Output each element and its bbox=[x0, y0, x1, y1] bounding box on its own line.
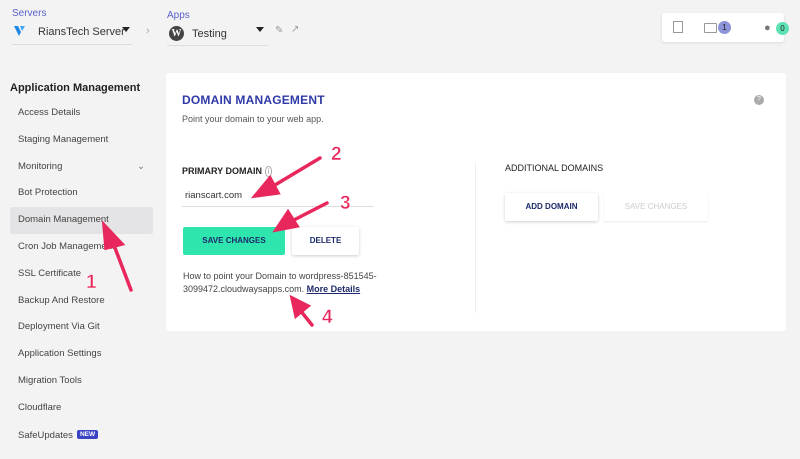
arrowhead-1 bbox=[101, 220, 126, 251]
annotation-arrows bbox=[101, 156, 329, 327]
arrowhead-4 bbox=[289, 294, 312, 320]
annotation-3: 3 bbox=[340, 193, 351, 215]
annotation-1: 1 bbox=[86, 272, 97, 294]
arrow-2 bbox=[268, 156, 322, 190]
arrow-3 bbox=[288, 201, 329, 224]
annotation-2: 2 bbox=[331, 144, 342, 166]
arrowhead-2 bbox=[250, 174, 281, 199]
annotation-4: 4 bbox=[322, 307, 333, 329]
arrowhead-3 bbox=[272, 208, 300, 233]
